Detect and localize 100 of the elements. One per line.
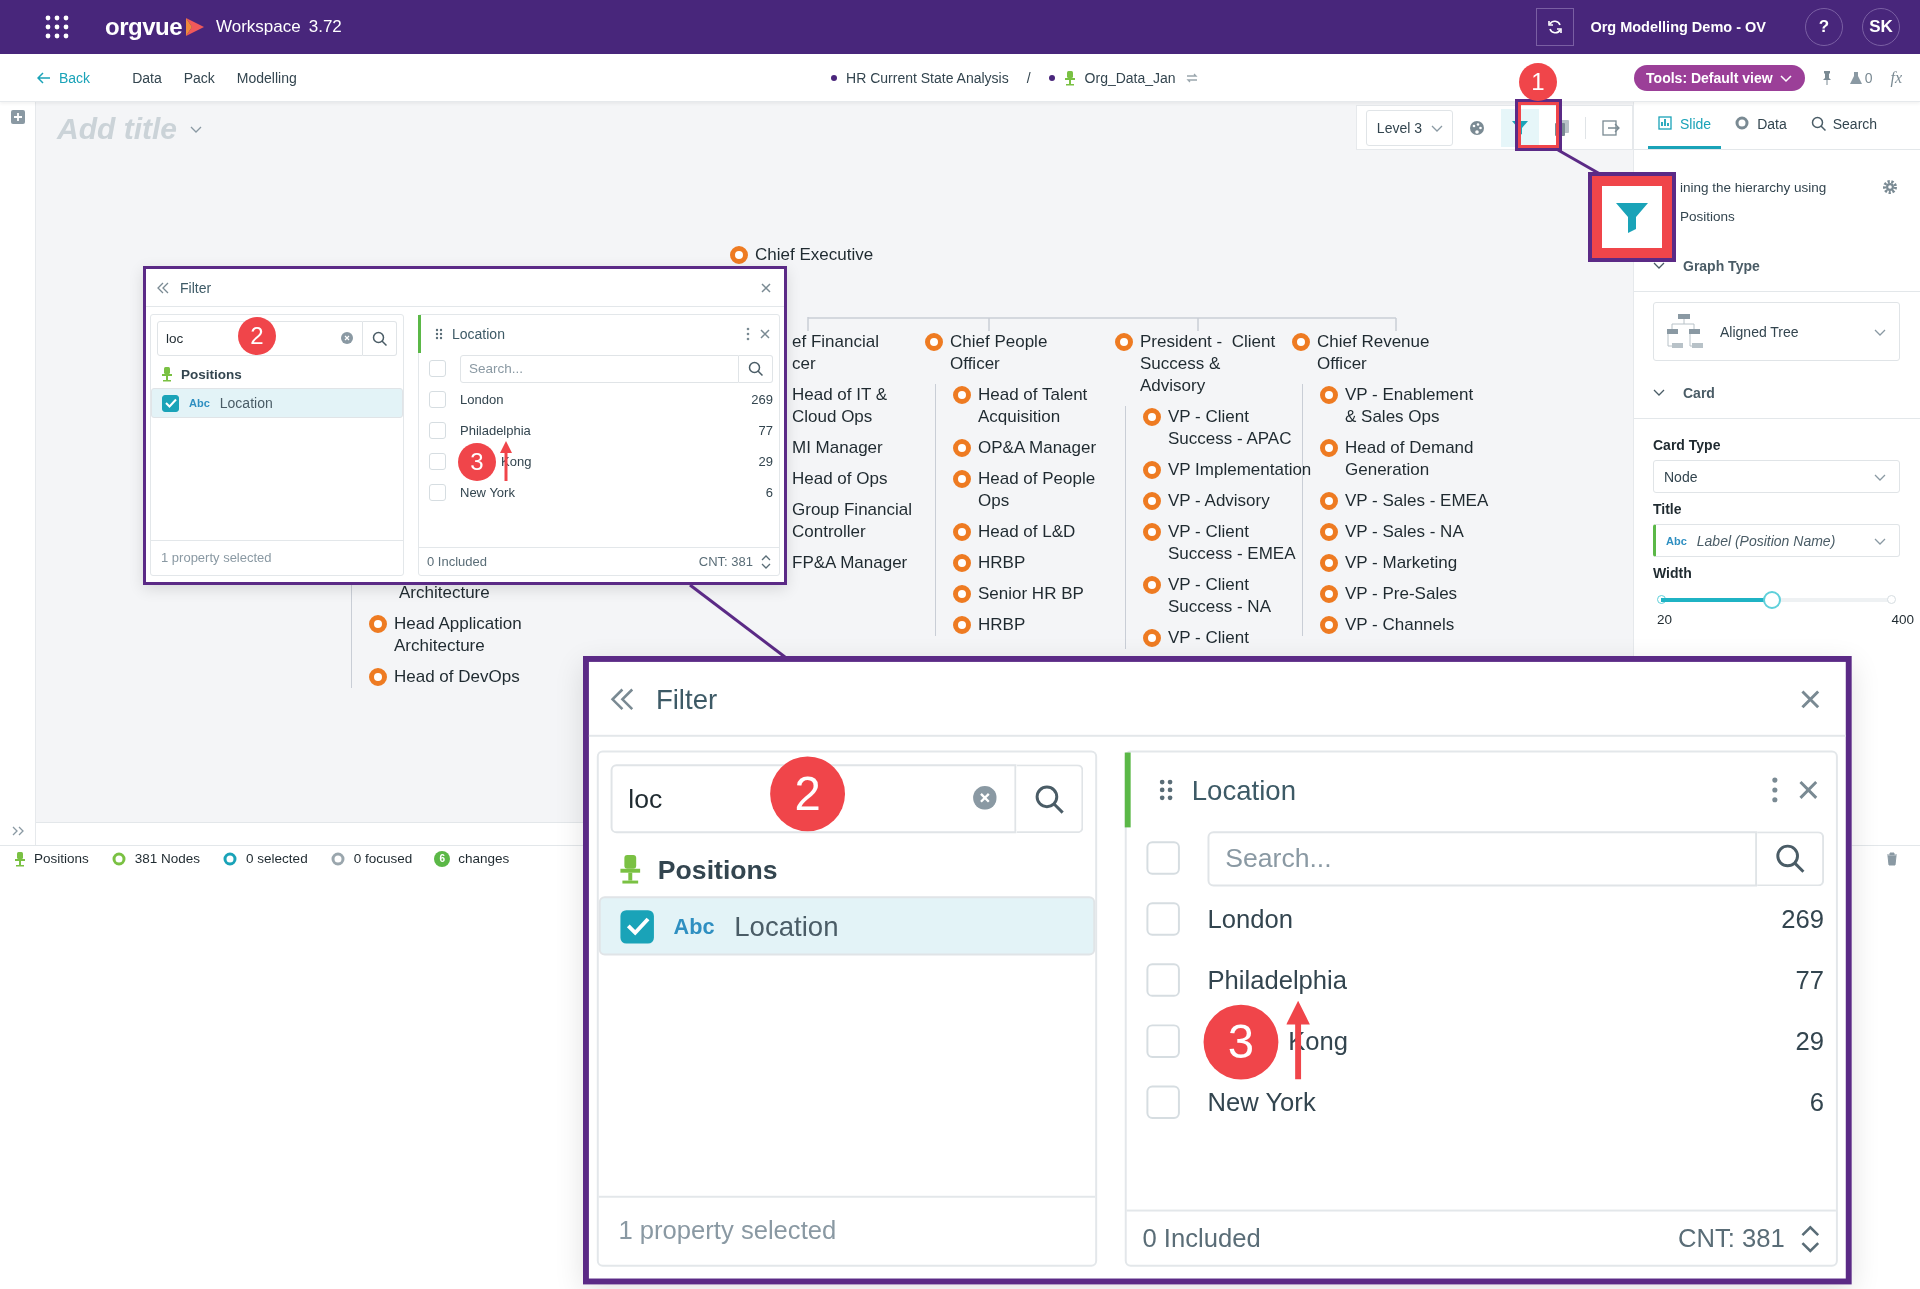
search-button[interactable] <box>739 354 773 383</box>
value-count: 6 <box>1809 1087 1825 1117</box>
checkbox[interactable] <box>162 394 179 412</box>
app-logo: orgvue <box>105 13 182 41</box>
node-label: Head Application Architecture <box>394 613 522 657</box>
flask-count: 0 <box>1864 69 1873 86</box>
node-label: Chief Revenue Officer <box>1317 331 1430 375</box>
node-label: VP - Sales - EMEA <box>1345 490 1489 512</box>
search-button[interactable] <box>363 321 397 356</box>
apps-menu-icon[interactable] <box>45 15 69 39</box>
panel-tab[interactable]: Search <box>1800 102 1888 149</box>
tools-dropdown[interactable]: Tools: Default view <box>1634 64 1805 91</box>
refresh-icon <box>1184 71 1199 84</box>
nav-link[interactable]: Pack <box>183 69 215 86</box>
breadcrumb-link[interactable]: HR Current State Analysis <box>846 69 1009 86</box>
copy-icon[interactable] <box>1555 119 1569 136</box>
search-button[interactable] <box>1757 830 1825 886</box>
facet-title: Location <box>1191 774 1296 806</box>
chair-icon <box>14 850 26 867</box>
node-icon <box>1320 386 1338 404</box>
search-button[interactable] <box>1016 764 1084 834</box>
node-label: Head of People Ops <box>978 468 1096 512</box>
tree-layout-icon <box>1666 312 1704 351</box>
node-icon <box>1143 408 1161 426</box>
max-label: 400 <box>1891 612 1914 627</box>
node-label: Head of Demand Generation <box>1345 437 1474 481</box>
checkmark-icon <box>164 398 177 408</box>
breadcrumb-separator: / <box>1026 69 1031 86</box>
status-text: 0 selected <box>246 851 308 866</box>
sync-button[interactable] <box>1536 8 1575 46</box>
footer-text: 1 property selected <box>598 1195 1096 1265</box>
clear-icon[interactable] <box>973 786 997 810</box>
level-dropdown[interactable]: Level 3 <box>1365 109 1453 146</box>
settings-icon[interactable] <box>1882 179 1898 195</box>
sort-icon[interactable] <box>1800 1224 1821 1252</box>
node-icon <box>1143 523 1161 541</box>
search-icon <box>747 360 764 377</box>
property-item[interactable]: Abc Location <box>598 896 1096 956</box>
palette-icon[interactable] <box>1469 119 1485 136</box>
search-field[interactable]: Search... <box>1207 830 1758 886</box>
value-label: New York <box>460 485 515 500</box>
panel-tab[interactable]: Data <box>1725 102 1797 149</box>
close-icon[interactable] <box>759 328 771 340</box>
node-label: Head of IT & Cloud Ops <box>792 384 888 428</box>
node-icon <box>1143 461 1161 479</box>
nav-link[interactable]: Data <box>132 69 162 86</box>
node-icon <box>953 523 971 541</box>
node-icon <box>1320 554 1338 572</box>
node-label: VP - Marketing <box>1345 552 1458 574</box>
more-icon[interactable] <box>1770 776 1779 804</box>
node-icon <box>953 439 971 457</box>
search-field[interactable]: Search... <box>460 354 739 383</box>
property-item[interactable]: Abc Location <box>151 388 403 418</box>
section-header[interactable]: Card <box>1634 367 1920 419</box>
callout-badge: 3 <box>1203 1004 1279 1080</box>
node-icon <box>953 616 971 634</box>
bullet-icon <box>1048 74 1055 81</box>
field-label: Title <box>1653 501 1683 517</box>
status-text: Positions <box>34 851 89 866</box>
node-icon <box>1320 616 1338 634</box>
close-icon[interactable] <box>760 281 772 294</box>
node-label: Group Financial Controller <box>792 499 912 543</box>
node-icon <box>953 470 971 488</box>
group-label: Positions <box>657 854 778 884</box>
status-text: changes <box>458 851 510 866</box>
node-icon <box>1320 439 1338 457</box>
included-count: 0 Included <box>1142 1223 1261 1253</box>
export-icon[interactable] <box>1602 119 1620 136</box>
value-count: 6 <box>765 485 773 500</box>
clear-icon[interactable] <box>341 332 353 344</box>
breadcrumb-link[interactable]: Org_Data_Jan <box>1084 69 1176 86</box>
collapse-icon[interactable] <box>156 281 170 294</box>
chair-icon <box>1063 69 1076 86</box>
chair-icon <box>161 366 173 382</box>
node-label: Chief Executive <box>755 244 874 266</box>
node-icon <box>953 554 971 572</box>
expand-icon[interactable] <box>10 825 25 837</box>
node-label: VP Implementation <box>1168 459 1312 481</box>
callout-badge: 3 <box>458 443 496 481</box>
field-label: Card Type <box>1653 437 1722 453</box>
sort-icon[interactable] <box>761 554 771 569</box>
formula-button[interactable]: fx <box>1890 68 1902 87</box>
value-label: New York <box>1207 1087 1316 1117</box>
node-label: Chief People Officer <box>950 331 1048 375</box>
checkbox[interactable] <box>620 909 654 943</box>
trash-icon[interactable] <box>1886 851 1898 866</box>
node-label: VP - Client Success - APAC <box>1168 406 1292 450</box>
flask-icon <box>1848 70 1863 85</box>
card-type-dropdown[interactable]: Node <box>1653 460 1900 493</box>
more-icon[interactable] <box>746 327 750 341</box>
sync-icon <box>1547 19 1564 35</box>
nav-link[interactable]: Modelling <box>236 69 297 86</box>
node-label: HRBP <box>978 614 1026 636</box>
project-name[interactable]: Org Modelling Demo - OV <box>1590 19 1766 35</box>
facet-title: Location <box>452 326 505 342</box>
node-label: Head of Ops <box>792 468 888 490</box>
title-dropdown[interactable]: Abc Label (Position Name) <box>1653 524 1900 557</box>
node-label: President - Client Success & Advisory <box>1140 331 1276 397</box>
add-icon[interactable] <box>10 110 25 124</box>
graph-type-dropdown[interactable]: Aligned Tree <box>1653 302 1900 361</box>
